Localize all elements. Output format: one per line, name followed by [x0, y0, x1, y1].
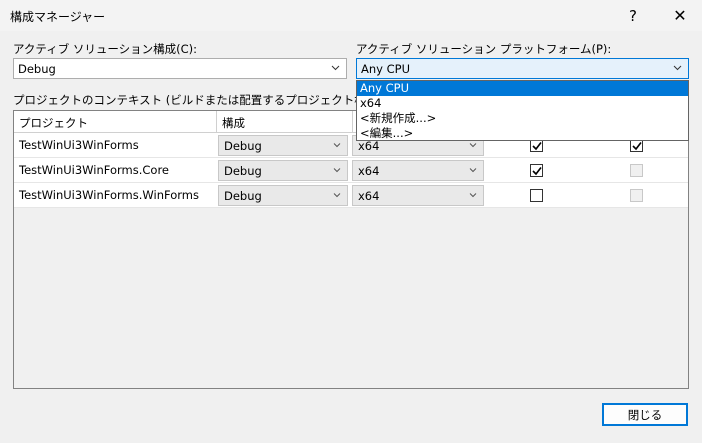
window-title: 構成マネージャー — [10, 10, 106, 24]
project-context-grid: プロジェクト 構成 TestWinUi3WinForms Debug x64 T… — [13, 110, 689, 389]
solution-config-combo[interactable]: Debug — [13, 58, 347, 79]
project-name: TestWinUi3WinForms — [19, 138, 139, 152]
column-header-config[interactable]: 構成 — [217, 111, 353, 133]
chevron-down-icon — [469, 143, 477, 148]
config-combo[interactable]: Debug — [218, 135, 348, 156]
grid-empty-area — [14, 207, 688, 388]
project-name: TestWinUi3WinForms.WinForms — [19, 188, 199, 202]
platform-dropdown-list: Any CPU x64 <新規作成...> <編集...> — [356, 80, 689, 141]
chevron-down-icon — [469, 193, 477, 198]
close-button[interactable]: 閉じる — [602, 403, 688, 426]
deploy-checkbox — [630, 164, 643, 177]
dropdown-option-edit[interactable]: <編集...> — [357, 126, 688, 141]
chevron-down-icon — [469, 168, 477, 173]
solution-platform-combo[interactable]: Any CPU — [356, 58, 689, 79]
table-row: TestWinUi3WinForms.Core Debug x64 — [14, 158, 688, 183]
chevron-down-icon — [333, 143, 341, 148]
config-combo[interactable]: Debug — [218, 185, 348, 206]
table-row: TestWinUi3WinForms.WinForms Debug x64 — [14, 183, 688, 208]
solution-config-value: Debug — [18, 62, 56, 76]
chevron-down-icon — [333, 193, 341, 198]
chevron-down-icon — [331, 65, 340, 71]
project-name: TestWinUi3WinForms.Core — [19, 163, 170, 177]
help-button[interactable]: ? — [612, 0, 654, 31]
dropdown-option-new[interactable]: <新規作成...> — [357, 111, 688, 126]
build-checkbox[interactable] — [530, 164, 543, 177]
build-checkbox[interactable] — [530, 189, 543, 202]
solution-platform-value: Any CPU — [361, 62, 410, 76]
title-bar: 構成マネージャー ? ✕ — [0, 0, 702, 31]
column-header-project[interactable]: プロジェクト — [14, 111, 217, 133]
solution-config-label: アクティブ ソリューション構成(C): — [13, 42, 198, 56]
deploy-checkbox — [630, 189, 643, 202]
project-context-label: プロジェクトのコンテキスト (ビルドまたは配置するプロジェクト構成をチェック)( — [13, 93, 356, 107]
platform-combo[interactable]: x64 — [352, 185, 484, 206]
dropdown-option-x64[interactable]: x64 — [357, 96, 688, 111]
checkmark-icon — [532, 167, 542, 176]
close-window-button[interactable]: ✕ — [658, 0, 702, 31]
chevron-down-icon — [333, 168, 341, 173]
checkmark-icon — [532, 142, 542, 151]
platform-combo[interactable]: x64 — [352, 160, 484, 181]
chevron-down-icon — [673, 65, 682, 71]
checkmark-icon — [632, 142, 642, 151]
dropdown-option-any-cpu[interactable]: Any CPU — [357, 81, 688, 96]
config-combo[interactable]: Debug — [218, 160, 348, 181]
solution-platform-label: アクティブ ソリューション プラットフォーム(P): — [356, 42, 612, 56]
